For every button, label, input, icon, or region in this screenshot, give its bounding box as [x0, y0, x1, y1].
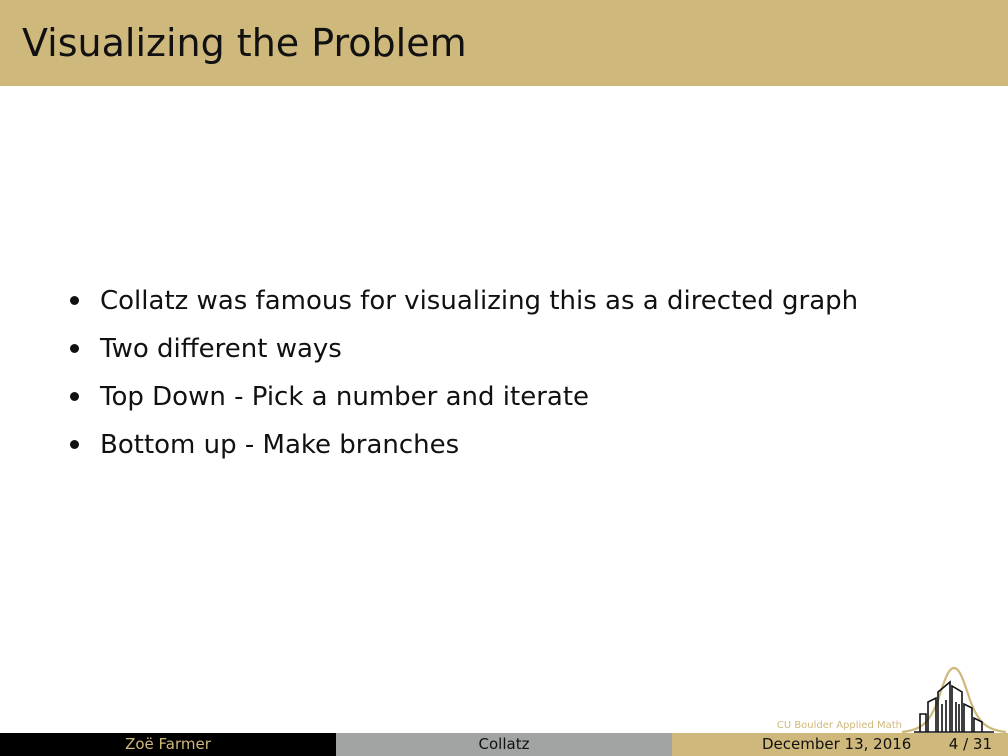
bullet-text: Top Down - Pick a number and iterate [100, 382, 590, 412]
footer-title: Collatz [336, 733, 672, 756]
bullet-item: Collatz was famous for visualizing this … [64, 280, 964, 328]
bullet-item: Bottom up - Make branches [64, 424, 964, 472]
bullet-text: Collatz was famous for visualizing this … [100, 286, 859, 316]
footer-date-page: December 13, 2016 4 / 31 [672, 733, 1008, 756]
page-number: 4 / 31 [948, 735, 992, 753]
slide-title: Visualizing the Problem [22, 21, 467, 65]
bullet-list: Collatz was famous for visualizing this … [64, 280, 964, 472]
bullet-text: Bottom up - Make branches [100, 430, 460, 460]
bullet-dot-icon [70, 344, 79, 353]
cu-applied-math-logo-icon [901, 666, 1007, 734]
bullet-item: Top Down - Pick a number and iterate [64, 376, 964, 424]
bullet-dot-icon [70, 296, 79, 305]
bullet-dot-icon [70, 440, 79, 449]
logo-caption: CU Boulder Applied Math [776, 720, 902, 731]
footer-date: December 13, 2016 [762, 735, 912, 753]
bullet-dot-icon [70, 392, 79, 401]
bullet-text: Two different ways [100, 334, 342, 364]
slide-title-bar: Visualizing the Problem [0, 0, 1008, 86]
bullet-item: Two different ways [64, 328, 964, 376]
footer-author: Zoë Farmer [0, 733, 336, 756]
footer-bar: Zoë Farmer Collatz December 13, 2016 4 /… [0, 733, 1008, 756]
